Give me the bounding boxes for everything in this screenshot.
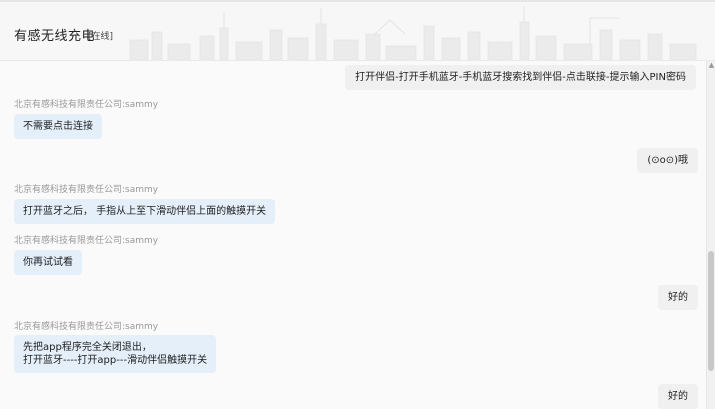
- message-list[interactable]: 打开伴侣-打开手机蓝牙-手机蓝牙搜索找到伴侣-点击联接-提示输入PIN密码 北京…: [0, 61, 706, 409]
- header-skyline-decoration: [129, 6, 697, 60]
- sender-name: 北京有感科技有限责任公司:sammy: [14, 185, 159, 195]
- outgoing-message: (⊙o⊙)哦: [637, 148, 698, 173]
- message-text: 打开蓝牙之后， 手指从上至下滑动伴侣上面的触摸开关: [23, 206, 267, 217]
- outgoing-message: 好的: [658, 384, 698, 409]
- chat-title: 有感无线充电: [14, 29, 96, 44]
- incoming-message: 打开蓝牙之后， 手指从上至下滑动伴侣上面的触摸开关: [14, 199, 276, 224]
- message-line: 打开蓝牙----打开app---滑动伴侣触摸开关: [23, 355, 208, 366]
- message-text: 不需要点击连接: [23, 121, 93, 132]
- window-top-border: [0, 0, 715, 2]
- message-line: 先把app程序完全关闭退出，: [23, 342, 152, 353]
- incoming-message: 先把app程序完全关闭退出， 打开蓝牙----打开app---滑动伴侣触摸开关: [14, 335, 217, 373]
- message-text: 你再试试看: [23, 257, 73, 268]
- message-text: (⊙o⊙)哦: [647, 155, 688, 166]
- outgoing-message: 好的: [658, 285, 698, 310]
- message-text: 好的: [668, 292, 688, 303]
- message-text: 好的: [668, 391, 688, 402]
- scroll-thumb[interactable]: [708, 251, 714, 371]
- scroll-up-arrow-icon[interactable]: ▲: [707, 61, 715, 70]
- incoming-message: 你再试试看: [14, 250, 82, 275]
- incoming-message: 不需要点击连接: [14, 114, 102, 139]
- message-text: 打开伴侣-打开手机蓝牙-手机蓝牙搜索找到伴侣-点击联接-提示输入PIN密码: [355, 72, 686, 83]
- sender-name: 北京有感科技有限责任公司:sammy: [14, 322, 159, 332]
- outgoing-message: 打开伴侣-打开手机蓝牙-手机蓝牙搜索找到伴侣-点击联接-提示输入PIN密码: [345, 65, 696, 90]
- chat-window: 有感无线充电 [在线] 打开伴侣-打开手机蓝牙-手机蓝牙搜索找到伴侣-点击联接-…: [0, 0, 715, 409]
- message-scrollbar[interactable]: ▲: [706, 61, 715, 409]
- chat-header: 有感无线充电 [在线]: [0, 0, 715, 61]
- sender-name: 北京有感科技有限责任公司:sammy: [14, 100, 159, 110]
- online-status: [在线]: [88, 32, 114, 42]
- sender-name: 北京有感科技有限责任公司:sammy: [14, 236, 159, 246]
